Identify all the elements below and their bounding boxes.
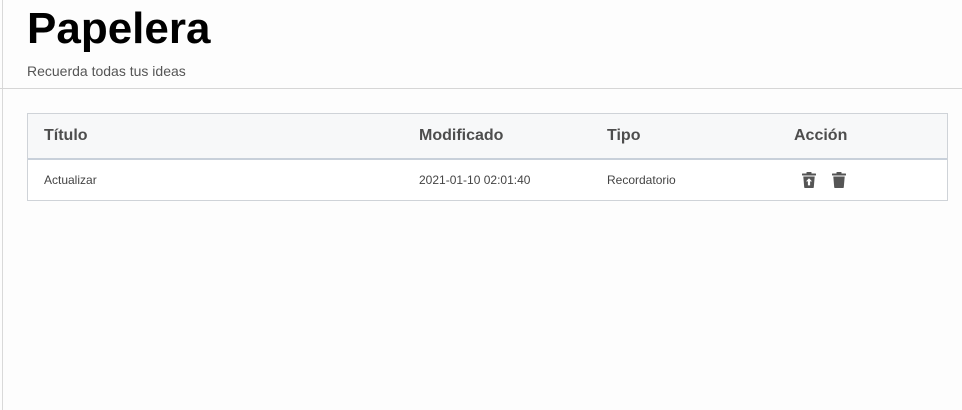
- row-title: Actualizar: [44, 173, 97, 187]
- row-modified: 2021-01-10 02:01:40: [419, 173, 531, 187]
- row-type: Recordatorio: [607, 173, 676, 187]
- page-header: Papelera Recuerda todas tus ideas: [0, 0, 962, 89]
- column-header-type[interactable]: Tipo: [607, 114, 794, 160]
- row-actions: [794, 171, 947, 189]
- trash-icon[interactable]: [830, 171, 848, 189]
- restore-icon[interactable]: [800, 171, 818, 189]
- page-title: Papelera: [27, 4, 211, 53]
- column-header-title[interactable]: Título: [28, 114, 419, 160]
- column-header-action: Acción: [794, 114, 947, 160]
- page-subtitle: Recuerda todas tus ideas: [27, 63, 186, 79]
- table-header-row: Título Modificado Tipo Acción: [28, 114, 947, 160]
- table-row[interactable]: Actualizar 2021-01-10 02:01:40 Recordato…: [28, 159, 947, 200]
- trash-table: Título Modificado Tipo Acción Actualizar…: [27, 113, 948, 201]
- column-header-modified[interactable]: Modificado: [419, 114, 607, 160]
